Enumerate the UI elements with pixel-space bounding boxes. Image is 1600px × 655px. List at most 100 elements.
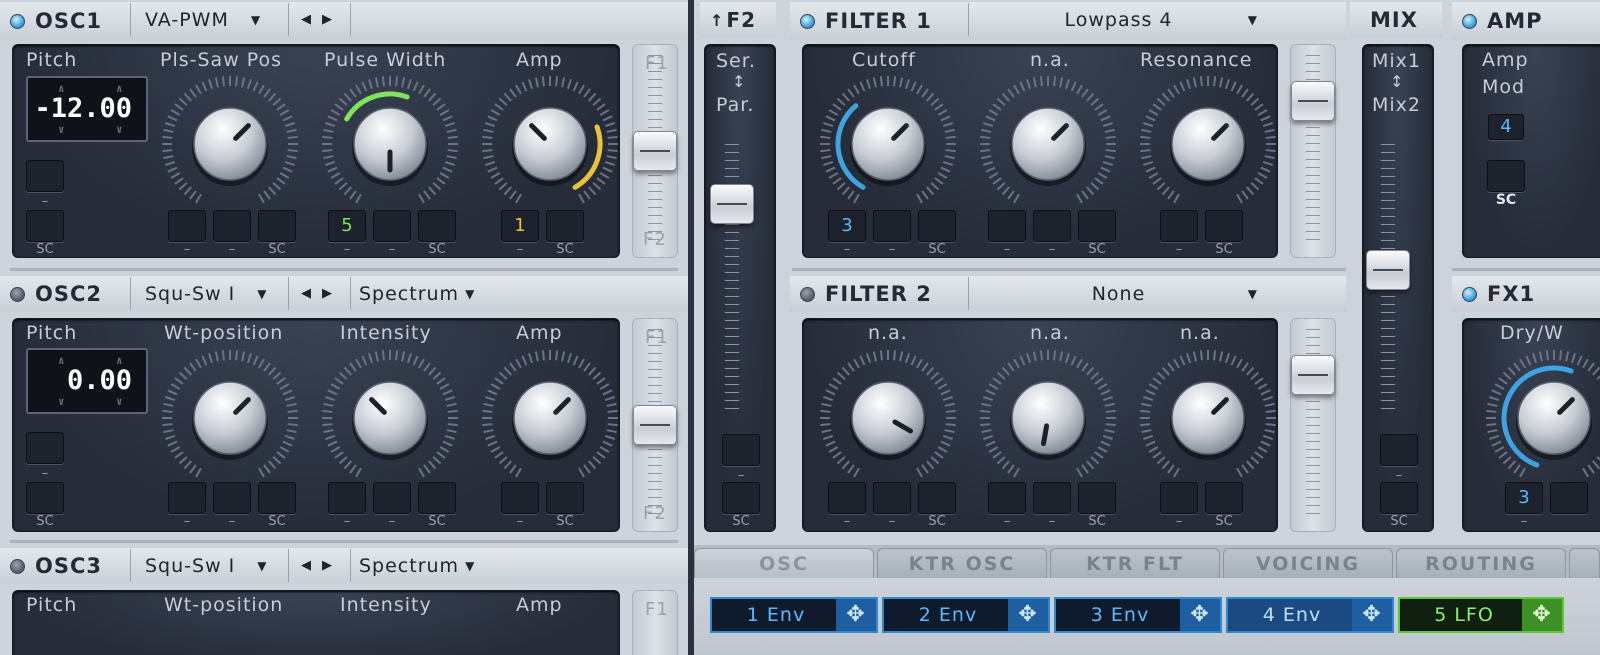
- osc1-mode-slot[interactable]: [350, 3, 494, 36]
- filter2-type-dropdown[interactable]: None ▼: [968, 277, 1268, 310]
- mod-source-3-env[interactable]: 3 Env ✥: [1054, 597, 1222, 633]
- osc2-mode-dropdown[interactable]: Spectrum ▼: [350, 277, 494, 310]
- f2-serial-parallel-fader[interactable]: [708, 134, 756, 426]
- osc3-power-led[interactable]: [10, 558, 25, 574]
- mod-slot[interactable]: [546, 482, 584, 514]
- prev-icon[interactable]: ◀: [301, 12, 312, 27]
- osc2-pitch-display[interactable]: ∧ ∧ 0.00 ∨ ∨: [26, 348, 148, 414]
- next-icon[interactable]: ▶: [322, 558, 333, 573]
- move-icon[interactable]: ✥: [836, 599, 876, 631]
- amp-title[interactable]: AMP: [1452, 9, 1543, 33]
- fader-handle[interactable]: [633, 405, 677, 445]
- fx1-title[interactable]: FX1: [1452, 282, 1535, 306]
- osc1-amp-knob[interactable]: [476, 70, 624, 218]
- mod-slot[interactable]: [501, 482, 539, 514]
- filter2-na-knob-3[interactable]: [1134, 344, 1282, 492]
- osc3-filter-balance-fader[interactable]: F1: [632, 590, 678, 655]
- dry-wet-knob[interactable]: [1480, 344, 1600, 492]
- mod-slot[interactable]: [168, 482, 206, 514]
- move-icon[interactable]: ✥: [1522, 599, 1562, 631]
- mod-slot[interactable]: [213, 210, 251, 242]
- osc1-pitch-display[interactable]: ∧ ∧ -12.00 ∨ ∨: [26, 76, 148, 142]
- osc1-wave-dropdown[interactable]: VA-PWM ▼: [130, 3, 288, 36]
- mod-slot[interactable]: [1160, 210, 1198, 242]
- pulse-width-knob[interactable]: [316, 70, 464, 218]
- osc1-title[interactable]: OSC1: [0, 9, 102, 33]
- mod-source-4-env[interactable]: 4 Env ✥: [1226, 597, 1394, 633]
- filter1-na-knob[interactable]: [974, 70, 1122, 218]
- tab-osc[interactable]: OSC: [694, 548, 874, 578]
- osc2-title[interactable]: OSC2: [0, 282, 102, 306]
- mod-slot[interactable]: [546, 210, 584, 242]
- mix-mod-slot[interactable]: [1380, 434, 1418, 466]
- intensity-knob[interactable]: [316, 344, 464, 492]
- mod-slot[interactable]: [988, 210, 1026, 242]
- tab-voicing[interactable]: VOICING: [1223, 548, 1393, 578]
- filter2-na-knob-2[interactable]: [974, 344, 1122, 492]
- mod-slot[interactable]: [1550, 482, 1588, 514]
- mod-slot[interactable]: [988, 482, 1026, 514]
- filter2-na-knob-1[interactable]: [814, 344, 962, 492]
- next-icon[interactable]: ▶: [322, 12, 333, 27]
- mod-slot[interactable]: [918, 210, 956, 242]
- mod-slot[interactable]: [873, 210, 911, 242]
- osc1-filter-balance-fader[interactable]: F1 F2: [632, 44, 678, 258]
- amp-sc-slot[interactable]: [1487, 160, 1525, 192]
- fx1-power-led[interactable]: [1462, 286, 1477, 302]
- next-icon[interactable]: ▶: [322, 286, 333, 301]
- mod-slot[interactable]: [1205, 482, 1243, 514]
- osc1-sc-slot[interactable]: [26, 210, 64, 242]
- filter1-level-fader[interactable]: [1290, 44, 1336, 258]
- prev-icon[interactable]: ◀: [301, 286, 312, 301]
- mod-slot[interactable]: [873, 482, 911, 514]
- mod-slot[interactable]: [373, 482, 411, 514]
- mix-fader[interactable]: [1364, 134, 1412, 426]
- mod-source-2-env[interactable]: 2 Env ✥: [882, 597, 1050, 633]
- osc2-power-led[interactable]: [10, 286, 25, 302]
- mod-slot[interactable]: [918, 482, 956, 514]
- amp-mod-value[interactable]: 4: [1488, 114, 1524, 140]
- osc3-mode-dropdown[interactable]: Spectrum ▼: [350, 549, 494, 582]
- mod-slot[interactable]: [258, 210, 296, 242]
- fader-handle[interactable]: [1291, 81, 1335, 121]
- fader-handle[interactable]: [710, 184, 754, 224]
- tab-ktr-flt[interactable]: KTR FLT: [1050, 548, 1220, 578]
- fader-handle[interactable]: [1291, 355, 1335, 395]
- filter1-title[interactable]: FILTER 1: [790, 9, 932, 33]
- osc2-filter-balance-fader[interactable]: F1 F2: [632, 318, 678, 532]
- mod-slot[interactable]: [828, 482, 866, 514]
- pls-saw-pos-knob[interactable]: [156, 70, 304, 218]
- tab-routing[interactable]: ROUTING: [1396, 548, 1566, 578]
- mod-slot[interactable]: [328, 482, 366, 514]
- osc2-mod-slot[interactable]: [26, 432, 64, 464]
- filter1-power-led[interactable]: [800, 13, 815, 29]
- filter2-level-fader[interactable]: [1290, 318, 1336, 532]
- mod-slot[interactable]: [1078, 482, 1116, 514]
- f2-sc-slot[interactable]: [722, 482, 760, 514]
- osc3-title[interactable]: OSC3: [0, 554, 102, 578]
- mod-source-1-env[interactable]: 1 Env ✥: [710, 597, 878, 633]
- mod-slot[interactable]: [373, 210, 411, 242]
- mod-slot[interactable]: [168, 210, 206, 242]
- osc2-wave-dropdown[interactable]: Squ-Sw I ▼: [130, 277, 288, 310]
- cutoff-knob[interactable]: [814, 70, 962, 218]
- move-icon[interactable]: ✥: [1008, 599, 1048, 631]
- mod-slot[interactable]: [258, 482, 296, 514]
- f2-mod-slot[interactable]: [722, 434, 760, 466]
- osc1-wave-nav[interactable]: ◀ ▶: [288, 3, 350, 36]
- osc1-power-led[interactable]: [10, 13, 25, 29]
- mod-slot[interactable]: [213, 482, 251, 514]
- mod-slot[interactable]: [418, 210, 456, 242]
- mod-slot[interactable]: 5: [328, 210, 366, 242]
- tab-more[interactable]: [1569, 548, 1600, 578]
- move-icon[interactable]: ✥: [1180, 599, 1220, 631]
- filter2-title[interactable]: FILTER 2: [790, 282, 932, 306]
- tab-ktr-osc[interactable]: KTR OSC: [877, 548, 1047, 578]
- prev-icon[interactable]: ◀: [301, 558, 312, 573]
- fader-handle[interactable]: [633, 131, 677, 171]
- osc3-wave-nav[interactable]: ◀ ▶: [288, 549, 350, 582]
- osc3-wave-dropdown[interactable]: Squ-Sw I ▼: [130, 549, 288, 582]
- mod-slot[interactable]: [1033, 482, 1071, 514]
- resonance-knob[interactable]: [1134, 70, 1282, 218]
- filter1-type-dropdown[interactable]: Lowpass 4 ▼: [968, 3, 1268, 36]
